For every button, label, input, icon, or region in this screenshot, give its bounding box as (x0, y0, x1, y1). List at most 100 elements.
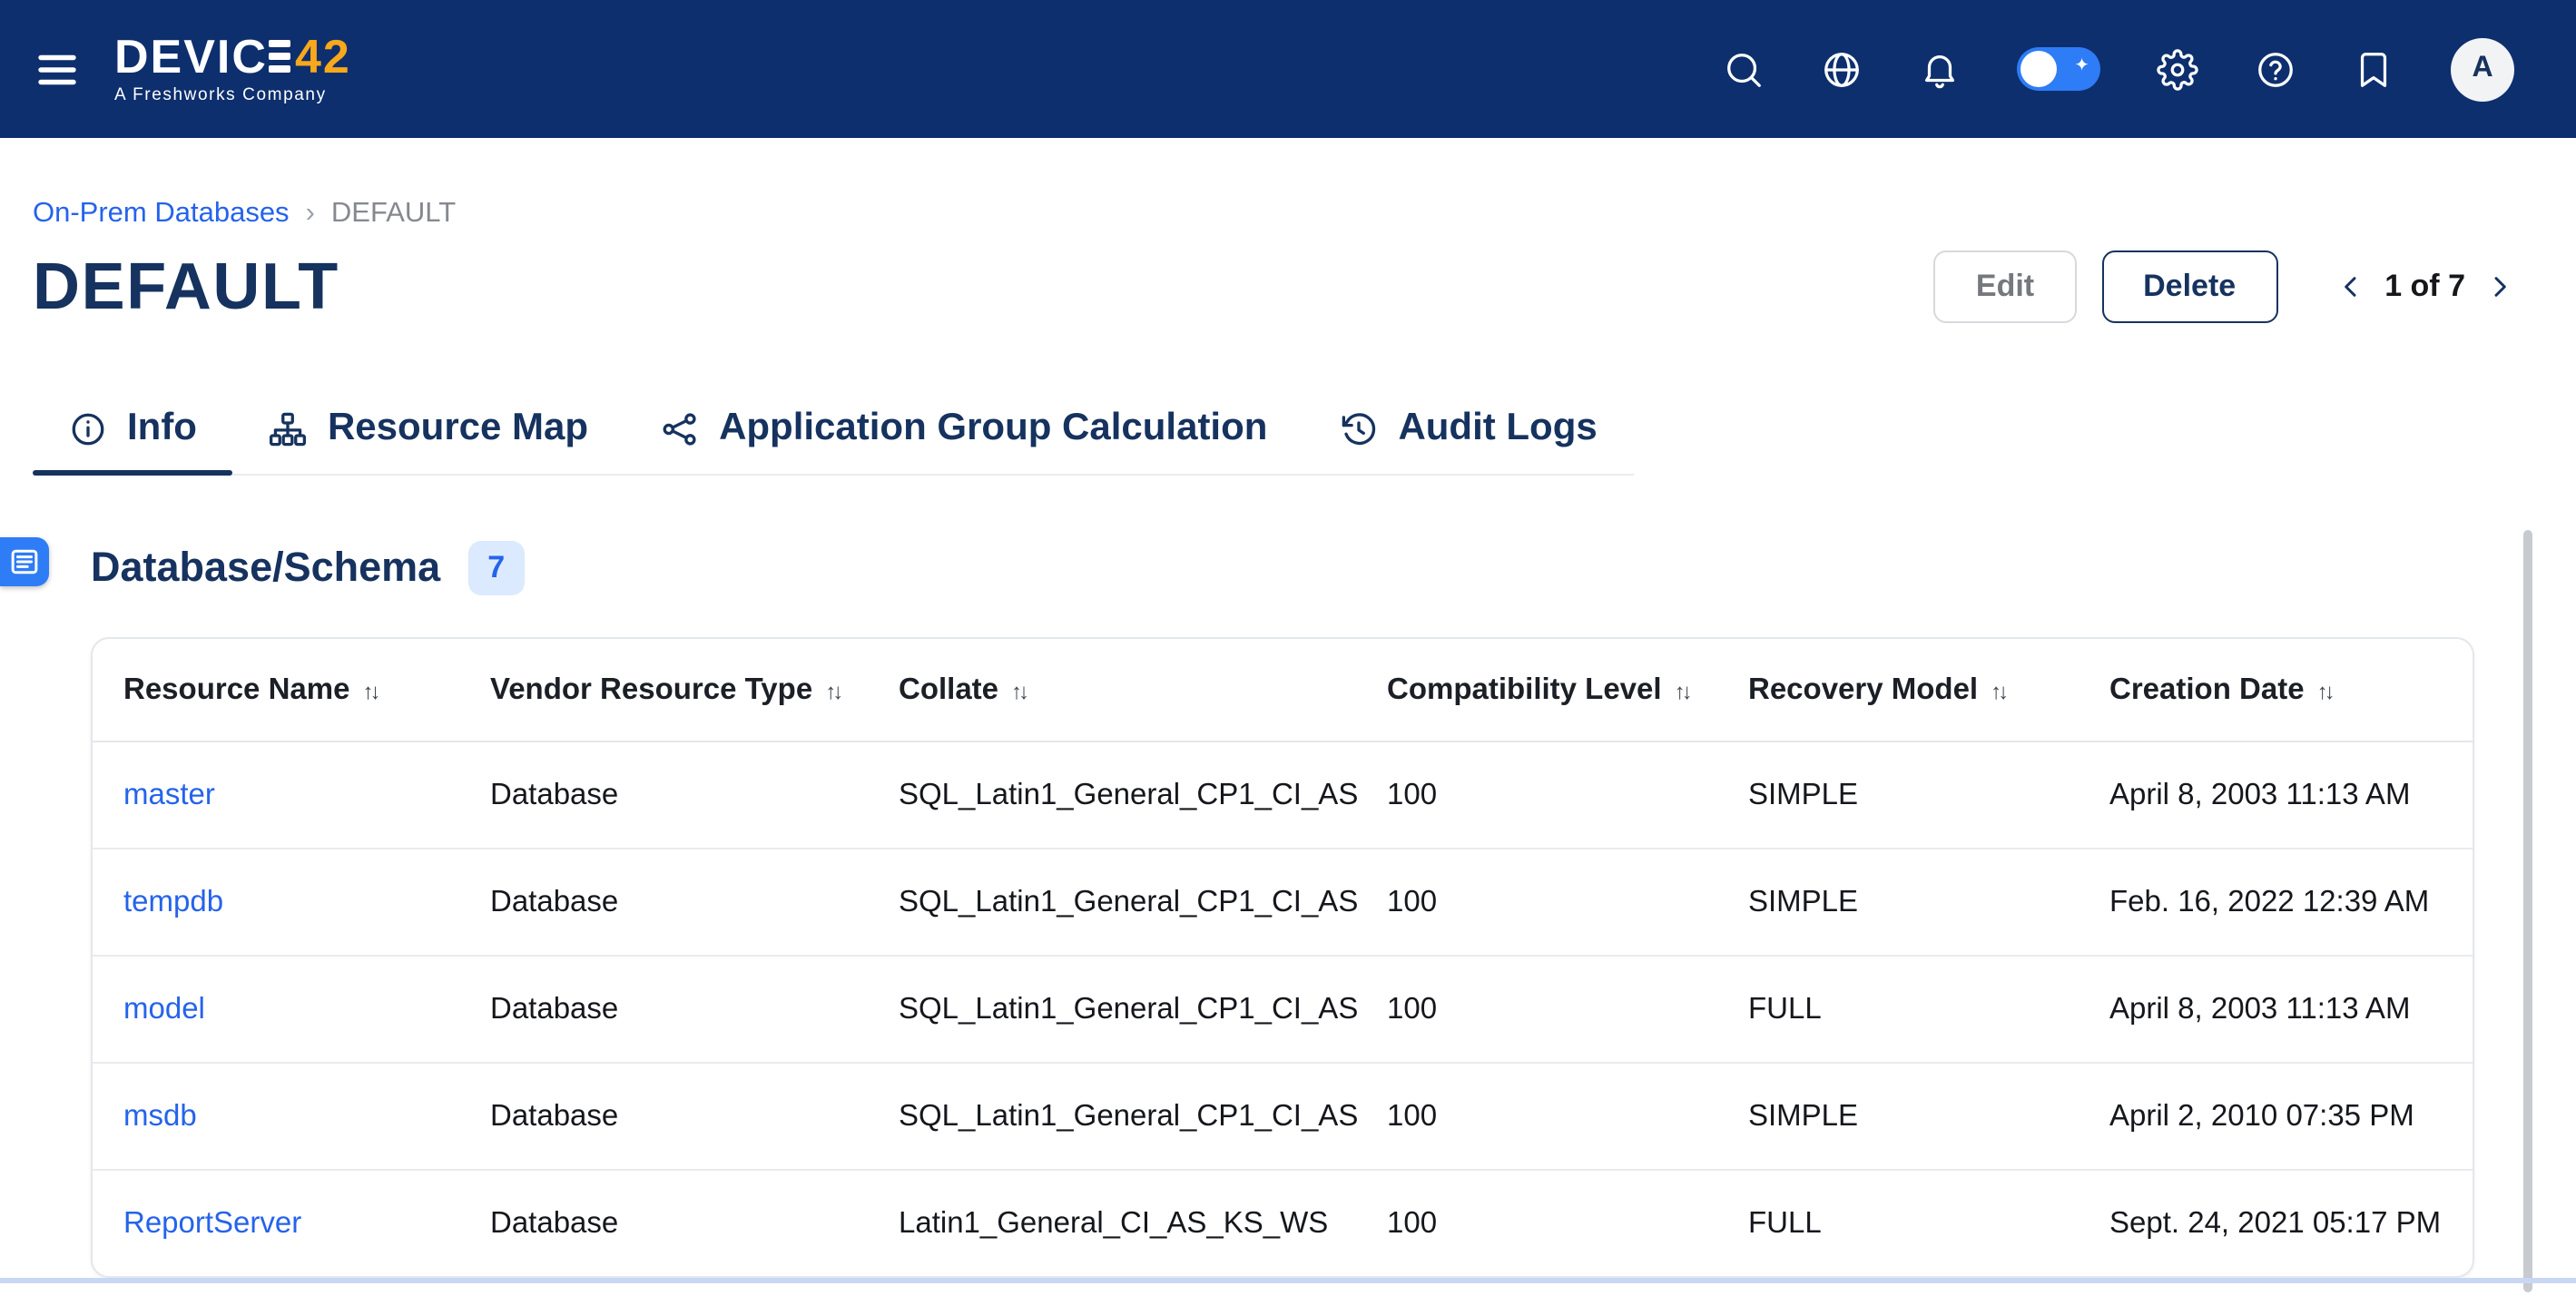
previous-record-icon[interactable] (2335, 272, 2365, 301)
side-panel-toggle[interactable] (0, 537, 49, 586)
list-panel-icon (11, 548, 38, 575)
tab-audit-logs[interactable]: Audit Logs (1303, 383, 1633, 474)
sparkle-icon: ✦ (2074, 53, 2089, 82)
column-header-resource-name[interactable]: Resource Name ↑↓ (93, 639, 488, 741)
toggle-knob (2020, 51, 2057, 87)
record-pagination: 1 of 7 (2335, 269, 2514, 305)
cell-vendor-resource-type: Database (488, 956, 897, 1063)
cell-compatibility-level: 100 (1385, 1170, 1746, 1276)
tab-label: Audit Logs (1398, 407, 1597, 450)
column-header-vendor-resource-type[interactable]: Vendor Resource Type ↑↓ (488, 639, 897, 741)
avatar[interactable]: A (2451, 37, 2514, 101)
sitemap-icon (270, 409, 308, 447)
column-header-creation-date[interactable]: Creation Date ↑↓ (2108, 639, 2473, 741)
theme-toggle[interactable]: ✦ (2017, 47, 2100, 91)
cell-vendor-resource-type: Database (488, 1063, 897, 1170)
column-label: Compatibility Level (1387, 673, 1662, 705)
sort-icon[interactable]: ↑↓ (362, 678, 377, 703)
page-title: DEFAULT (33, 249, 339, 325)
sort-icon[interactable]: ↑↓ (1675, 678, 1689, 703)
column-label: Recovery Model (1748, 673, 1978, 705)
cell-recovery-model: SIMPLE (1746, 1063, 2108, 1170)
tab-application-group-calculation[interactable]: Application Group Calculation (624, 383, 1303, 474)
delete-button[interactable]: Delete (2101, 250, 2277, 323)
resource-name-link[interactable]: ReportServer (123, 1206, 301, 1239)
hub-icon (661, 409, 699, 447)
table-row: ReportServer Database Latin1_General_CI_… (93, 1170, 2473, 1276)
resource-name-link[interactable]: model (123, 992, 205, 1025)
cell-creation-date: April 2, 2010 07:35 PM (2108, 1063, 2473, 1170)
column-label: Vendor Resource Type (490, 673, 812, 705)
search-icon[interactable] (1723, 48, 1765, 90)
cell-collate: Latin1_General_CI_AS_KS_WS (897, 1170, 1385, 1276)
section-title: Database/Schema (91, 545, 440, 592)
edit-button[interactable]: Edit (1934, 250, 2076, 323)
tab-label: Application Group Calculation (719, 407, 1267, 450)
table-row: master Database SQL_Latin1_General_CP1_C… (93, 741, 2473, 849)
bell-icon[interactable] (1919, 48, 1961, 90)
top-bar: DEVIC 42 A Freshworks Company ✦ (0, 0, 2576, 138)
sort-icon[interactable]: ↑↓ (2317, 678, 2332, 703)
hamburger-menu-icon[interactable] (33, 44, 82, 93)
cell-collate: SQL_Latin1_General_CP1_CI_AS (897, 1063, 1385, 1170)
resource-name-link[interactable]: msdb (123, 1099, 197, 1132)
pagination-label: 1 of 7 (2384, 269, 2465, 305)
next-record-icon[interactable] (2485, 272, 2514, 301)
cell-vendor-resource-type: Database (488, 1170, 897, 1276)
sort-icon[interactable]: ↑↓ (825, 678, 840, 703)
table-header-row: Resource Name ↑↓ Vendor Resource Type ↑↓ C… (93, 639, 2473, 741)
info-icon (69, 409, 107, 447)
tab-label: Info (127, 407, 197, 450)
database-schema-table: Resource Name ↑↓ Vendor Resource Type ↑↓ C… (93, 639, 2473, 1276)
logo-subtitle: A Freshworks Company (114, 85, 351, 105)
logo-prefix: DEVIC (114, 33, 268, 80)
cell-creation-date: April 8, 2003 11:13 AM (2108, 956, 2473, 1063)
cell-compatibility-level: 100 (1385, 849, 1746, 956)
gear-icon[interactable] (2157, 48, 2198, 90)
cell-collate: SQL_Latin1_General_CP1_CI_AS (897, 956, 1385, 1063)
table-row: tempdb Database SQL_Latin1_General_CP1_C… (93, 849, 2473, 956)
logo-e-icon (270, 40, 291, 72)
breadcrumb-current: DEFAULT (331, 198, 456, 231)
cell-recovery-model: SIMPLE (1746, 849, 2108, 956)
cell-recovery-model: FULL (1746, 956, 2108, 1063)
resource-name-link[interactable]: master (123, 778, 215, 810)
main-content: On-Prem Databases › DEFAULT DEFAULT Edit… (0, 138, 2576, 1278)
bookmark-icon[interactable] (2353, 48, 2394, 90)
cell-recovery-model: FULL (1746, 1170, 2108, 1276)
sort-icon[interactable]: ↑↓ (1991, 678, 2005, 703)
column-label: Creation Date (2109, 673, 2305, 705)
column-header-compatibility-level[interactable]: Compatibility Level ↑↓ (1385, 639, 1746, 741)
cell-creation-date: Sept. 24, 2021 05:17 PM (2108, 1170, 2473, 1276)
column-label: Resource Name (123, 673, 349, 705)
column-header-recovery-model[interactable]: Recovery Model ↑↓ (1746, 639, 2108, 741)
database-schema-table-card: Resource Name ↑↓ Vendor Resource Type ↑↓ C… (91, 637, 2474, 1278)
sort-icon[interactable]: ↑↓ (1011, 678, 1026, 703)
help-icon[interactable] (2255, 48, 2296, 90)
table-row: model Database SQL_Latin1_General_CP1_CI… (93, 956, 2473, 1063)
cell-creation-date: April 8, 2003 11:13 AM (2108, 741, 2473, 849)
tab-resource-map[interactable]: Resource Map (233, 383, 624, 474)
tab-bar: Info Resource Map Application Group Calc… (33, 383, 1634, 476)
tab-info[interactable]: Info (33, 383, 233, 474)
cell-recovery-model: SIMPLE (1746, 741, 2108, 849)
cell-collate: SQL_Latin1_General_CP1_CI_AS (897, 741, 1385, 849)
app-root: DEVIC 42 A Freshworks Company ✦ (0, 0, 2576, 1296)
globe-icon[interactable] (1821, 48, 1863, 90)
breadcrumb-separator: › (306, 198, 315, 231)
count-badge: 7 (467, 541, 525, 595)
cell-compatibility-level: 100 (1385, 1063, 1746, 1170)
vertical-scrollbar[interactable] (2523, 530, 2532, 1292)
cell-vendor-resource-type: Database (488, 741, 897, 849)
table-row: msdb Database SQL_Latin1_General_CP1_CI_… (93, 1063, 2473, 1170)
column-header-collate[interactable]: Collate↑↓ (897, 639, 1385, 741)
breadcrumb-parent-link[interactable]: On-Prem Databases (33, 198, 290, 231)
logo-suffix: 42 (295, 33, 351, 80)
cell-compatibility-level: 100 (1385, 741, 1746, 849)
device42-logo[interactable]: DEVIC 42 A Freshworks Company (114, 33, 351, 105)
resource-name-link[interactable]: tempdb (123, 885, 223, 918)
tab-label: Resource Map (328, 407, 588, 450)
cell-collate: SQL_Latin1_General_CP1_CI_AS (897, 849, 1385, 956)
history-icon (1340, 409, 1378, 447)
breadcrumb: On-Prem Databases › DEFAULT (33, 198, 2514, 231)
